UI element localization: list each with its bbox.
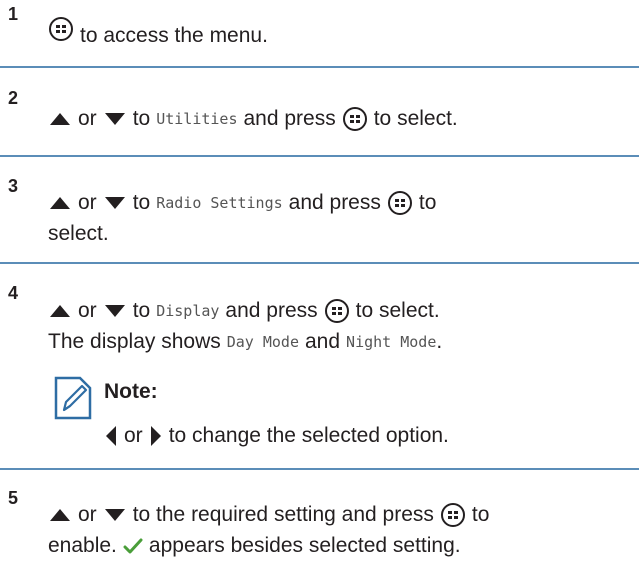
down-arrow-icon bbox=[104, 305, 125, 317]
end-text: to select. bbox=[355, 299, 440, 322]
step-number: 5 bbox=[8, 488, 19, 508]
and-press-text: and press bbox=[243, 107, 336, 130]
checkmark-icon bbox=[123, 538, 143, 554]
end-text: to bbox=[418, 191, 437, 214]
note-title: Note: bbox=[104, 380, 158, 403]
down-arrow-icon bbox=[104, 197, 125, 209]
up-arrow-icon bbox=[50, 197, 70, 209]
and-text: and bbox=[305, 330, 341, 353]
note-pencil-icon bbox=[54, 376, 92, 420]
separator bbox=[0, 468, 639, 470]
step-number: 2 bbox=[8, 88, 19, 108]
separator bbox=[0, 66, 639, 68]
menu-item-utilities: Utilities bbox=[156, 110, 238, 128]
left-arrow-icon bbox=[106, 426, 116, 446]
or-text: or bbox=[78, 299, 97, 322]
menu-item-display: Display bbox=[156, 302, 220, 320]
menu-ok-button-icon bbox=[324, 299, 349, 323]
display-shows-text: The display shows bbox=[48, 330, 221, 353]
end-text: to bbox=[471, 503, 490, 526]
period-text: . bbox=[436, 330, 443, 353]
right-arrow-icon bbox=[150, 426, 161, 446]
appears-text: appears besides selected setting. bbox=[148, 534, 461, 557]
down-arrow-icon bbox=[104, 509, 125, 521]
step-text: to access the menu. bbox=[80, 24, 268, 47]
step-number: 4 bbox=[8, 283, 19, 303]
option-night-mode: Night Mode bbox=[346, 333, 437, 351]
and-press-text: and press bbox=[288, 191, 381, 214]
step-number: 1 bbox=[8, 4, 19, 24]
to-text: to bbox=[132, 191, 151, 214]
to-text: to bbox=[132, 299, 151, 322]
separator bbox=[0, 155, 639, 157]
menu-ok-button-icon bbox=[387, 191, 412, 215]
and-press-text: and press bbox=[225, 299, 318, 322]
menu-ok-button-icon bbox=[49, 17, 73, 41]
menu-item-radio-settings: Radio Settings bbox=[156, 194, 283, 212]
or-text: or bbox=[124, 424, 143, 447]
down-arrow-icon bbox=[104, 113, 125, 125]
up-arrow-icon bbox=[50, 509, 70, 521]
option-day-mode: Day Mode bbox=[226, 333, 299, 351]
up-arrow-icon bbox=[50, 113, 70, 125]
or-text: or bbox=[78, 503, 97, 526]
end-text-continued: select. bbox=[48, 222, 109, 245]
separator bbox=[0, 262, 639, 264]
up-arrow-icon bbox=[50, 305, 70, 317]
to-text: to bbox=[132, 107, 151, 130]
to-required-text: to the required setting and press bbox=[132, 503, 434, 526]
menu-ok-button-icon bbox=[342, 107, 367, 131]
menu-ok-button-icon bbox=[440, 503, 465, 527]
enable-text: enable. bbox=[48, 534, 117, 557]
end-text: to select. bbox=[373, 107, 458, 130]
step-number: 3 bbox=[8, 176, 19, 196]
note-text: to change the selected option. bbox=[168, 424, 449, 447]
or-text: or bbox=[78, 191, 97, 214]
or-text: or bbox=[78, 107, 97, 130]
